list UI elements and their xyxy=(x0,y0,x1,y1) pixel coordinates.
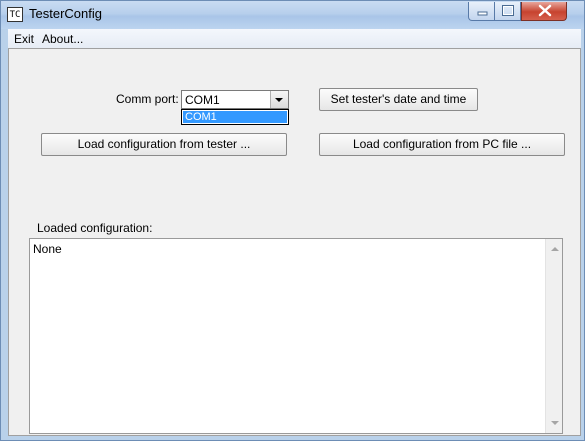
comm-port-option[interactable]: COM1 xyxy=(183,111,287,123)
scroll-up-icon[interactable] xyxy=(551,247,559,251)
loaded-config-text: None xyxy=(33,242,62,256)
comm-port-dropdown: COM1 xyxy=(181,109,289,125)
load-from-tester-button[interactable]: Load configuration from tester ... xyxy=(41,133,287,156)
comm-port-label: Comm port: xyxy=(116,92,179,106)
menu-about[interactable]: About... xyxy=(42,32,83,46)
maximize-icon xyxy=(502,5,514,16)
comm-port-value: COM1 xyxy=(185,93,220,107)
set-datetime-button[interactable]: Set tester's date and time xyxy=(319,88,478,111)
loaded-config-textarea[interactable]: None xyxy=(29,238,563,434)
minimize-button[interactable] xyxy=(468,2,495,21)
menu-exit[interactable]: Exit xyxy=(14,32,34,46)
menu-bar: Exit About... xyxy=(8,29,581,48)
close-button[interactable] xyxy=(521,2,567,21)
chevron-down-icon[interactable] xyxy=(270,91,288,108)
main-window: TC TesterConfig Exit About... Comm port:… xyxy=(0,0,585,441)
app-icon[interactable]: TC xyxy=(7,7,23,22)
minimize-icon xyxy=(477,11,488,16)
window-title: TesterConfig xyxy=(29,6,102,21)
comm-port-select[interactable]: COM1 xyxy=(181,90,289,109)
close-icon xyxy=(538,4,552,17)
title-bar[interactable]: TC TesterConfig xyxy=(1,1,584,29)
load-from-file-button[interactable]: Load configuration from PC file ... xyxy=(319,133,565,156)
loaded-config-label: Loaded configuration: xyxy=(37,221,153,235)
maximize-button[interactable] xyxy=(495,2,521,21)
scroll-down-icon[interactable] xyxy=(551,421,559,425)
vertical-scrollbar[interactable] xyxy=(545,239,562,433)
